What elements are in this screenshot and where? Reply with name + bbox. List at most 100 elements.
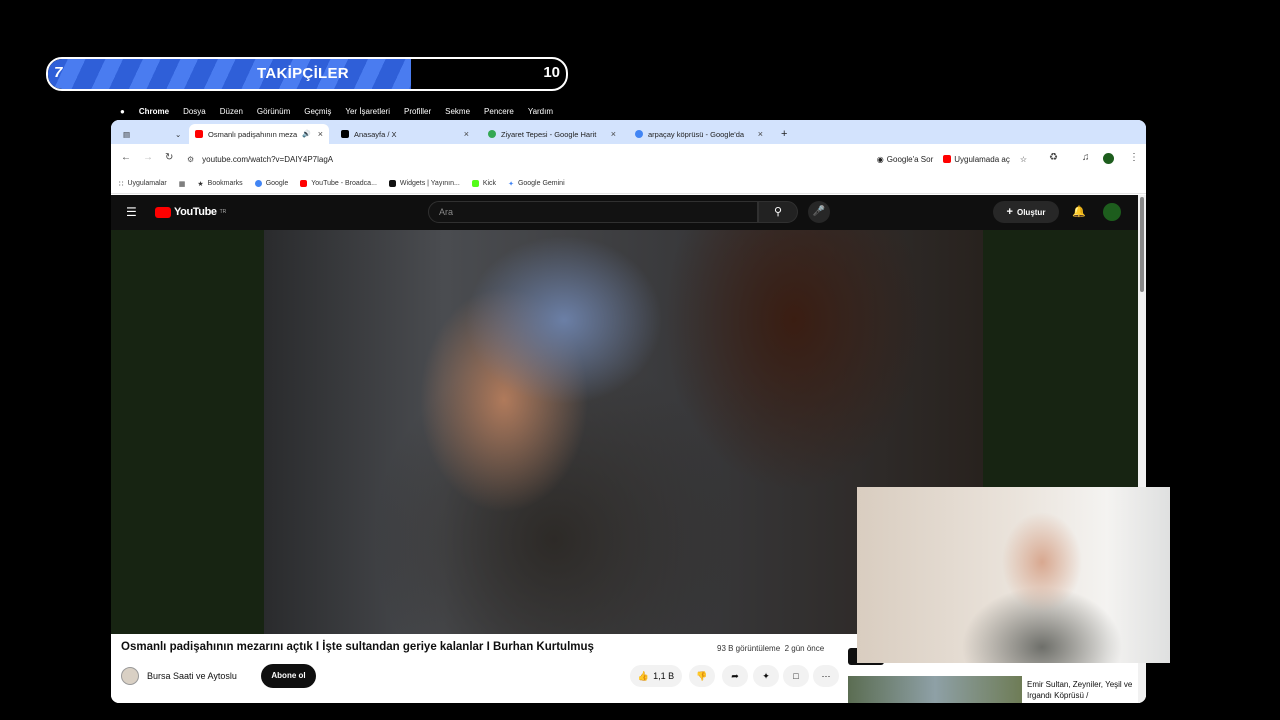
bookmark-apps[interactable]: ∷ Uygulamalar xyxy=(119,180,167,188)
account-avatar[interactable] xyxy=(1103,203,1121,221)
menu-item[interactable]: Dosya xyxy=(183,107,206,116)
close-icon[interactable]: × xyxy=(464,129,469,139)
menu-item[interactable]: Yardım xyxy=(528,107,553,116)
upload-age: 2 gün önce xyxy=(784,644,825,653)
close-icon[interactable]: × xyxy=(758,129,763,139)
recommended-video-title[interactable]: Emir Sultan, Zeyniler, Yeşil ve Irgandı … xyxy=(1027,679,1142,701)
menu-app-name[interactable]: Chrome xyxy=(139,107,169,116)
menu-item[interactable]: Profiller xyxy=(404,107,431,116)
bookmark-grid[interactable]: ▦ xyxy=(179,180,186,188)
menu-item[interactable]: Görünüm xyxy=(257,107,290,116)
lens-icon: ◉ xyxy=(876,154,884,164)
kebab-menu-icon[interactable]: ⋮ xyxy=(1129,152,1139,163)
ask-ai-button[interactable]: ✦ xyxy=(753,665,779,687)
youtube-logo[interactable]: YouTube TR xyxy=(155,206,226,218)
mac-menu-bar: ● Chrome Dosya Düzen Görünüm Geçmiş Yer … xyxy=(120,104,553,118)
open-in-app-button[interactable]: Uygulamada aç xyxy=(943,155,1010,164)
kick-icon xyxy=(471,180,479,187)
maps-icon xyxy=(488,130,496,138)
dislike-button[interactable]: 👎 xyxy=(689,665,715,687)
google-icon xyxy=(635,130,643,138)
bookmark-label: Bookmarks xyxy=(207,180,243,187)
scrollbar-thumb[interactable] xyxy=(1140,197,1144,292)
bookmark-bookmarks[interactable]: ★ Bookmarks xyxy=(197,180,242,188)
menu-item[interactable]: Geçmiş xyxy=(304,107,331,116)
site-info-icon[interactable]: ⚙ xyxy=(187,155,194,164)
create-label: Oluştur xyxy=(1016,207,1046,217)
voice-search-button[interactable]: 🎤 xyxy=(808,201,830,223)
bookmarks-bar: ∷ Uygulamalar ▦ ★ Bookmarks Google YouTube… xyxy=(111,174,1146,194)
tab-maps[interactable]: Ziyaret Tepesi - Google Harit × xyxy=(482,124,622,144)
bookmark-label: Kick xyxy=(482,180,497,187)
menu-item[interactable]: Yer İşaretleri xyxy=(345,107,390,116)
url-text[interactable]: youtube.com/watch?v=DAIY4P7lagA xyxy=(202,155,333,164)
more-actions-button[interactable]: ⋯ xyxy=(813,665,839,687)
profile-avatar[interactable] xyxy=(1103,153,1114,164)
share-icon: ➦ xyxy=(731,670,739,681)
tab-google[interactable]: arpaçay köprüsü - Google'da × xyxy=(629,124,769,144)
tab-youtube[interactable]: Osmanlı padişahının meza 🔊 × xyxy=(189,124,329,144)
youtube-icon xyxy=(943,155,952,163)
address-bar[interactable]: ⚙ youtube.com/watch?v=DAIY4P7lagA ◉ Googl… xyxy=(187,148,1027,170)
menu-item[interactable]: Düzen xyxy=(220,107,243,116)
youtube-wordmark: YouTube xyxy=(174,206,217,218)
ask-google-label: Google'a Sor xyxy=(886,154,934,164)
menu-item[interactable]: Sekme xyxy=(445,107,470,116)
reload-icon[interactable]: ↻ xyxy=(165,152,173,163)
tab-search-button[interactable]: ⌄ xyxy=(169,124,185,144)
subscribe-button[interactable]: Abone ol xyxy=(261,664,316,688)
notifications-button[interactable]: 🔔 xyxy=(1069,202,1089,222)
channel-name[interactable]: Bursa Saati ve Aytoslu xyxy=(147,671,237,681)
youtube-header: ☰ YouTube TR Ara ⚲ 🎤 + Oluştur 🔔 xyxy=(111,195,1138,230)
follower-title: TAKİPÇİLER xyxy=(48,65,566,82)
tab-title: Ziyaret Tepesi - Google Harit xyxy=(501,129,597,139)
search-input[interactable]: Ara xyxy=(428,201,758,223)
hamburger-menu-icon[interactable]: ☰ xyxy=(126,205,137,219)
bookmark-label: YouTube - Broadca... xyxy=(311,180,377,187)
share-button[interactable]: ➦ xyxy=(722,665,748,687)
speaker-icon[interactable]: 🔊 xyxy=(302,130,311,138)
bookmark-kick[interactable]: Kick xyxy=(471,180,497,187)
bookmark-google[interactable]: Google xyxy=(254,180,288,187)
channel-avatar[interactable] xyxy=(121,667,139,685)
chevron-down-icon: ⌄ xyxy=(175,129,182,139)
like-button[interactable]: 👍 1,1 B xyxy=(630,665,682,687)
widgets-icon xyxy=(388,180,396,187)
new-tab-button[interactable]: + xyxy=(775,124,793,144)
open-in-app-label: Uygulamada aç xyxy=(954,154,1010,164)
x-icon xyxy=(341,130,349,138)
forward-icon[interactable]: → xyxy=(143,152,153,163)
follower-goal-count: 10 xyxy=(543,64,560,81)
bookmark-widgets[interactable]: Widgets | Yayının... xyxy=(388,180,460,187)
save-button[interactable]: □ xyxy=(783,665,809,687)
ask-google-button[interactable]: ◉ Google'a Sor xyxy=(877,155,933,164)
tab-x[interactable]: Anasayfa / X × xyxy=(335,124,475,144)
tab-groups-button[interactable]: ▤ xyxy=(117,124,157,144)
apple-icon[interactable]: ● xyxy=(120,107,125,116)
recommended-video-thumbnail[interactable] xyxy=(848,676,1022,703)
menu-item[interactable]: Pencere xyxy=(484,107,514,116)
bell-icon: 🔔 xyxy=(1072,206,1086,218)
star-icon[interactable]: ☆ xyxy=(1020,155,1027,164)
video-stats: 93 B görüntüleme 2 gün önce xyxy=(717,644,824,653)
youtube-icon xyxy=(195,130,203,138)
youtube-icon xyxy=(300,180,308,187)
like-count: 1,1 B xyxy=(653,671,675,681)
close-icon[interactable]: × xyxy=(611,129,616,139)
tab-groups-icon: ▤ xyxy=(123,129,131,139)
bookmark-gemini[interactable]: ✦ Google Gemini xyxy=(508,180,565,188)
extensions-icon[interactable]: ♻ xyxy=(1049,152,1058,163)
thumbs-up-icon: 👍 xyxy=(637,670,650,681)
tab-title: Anasayfa / X xyxy=(354,129,397,139)
follower-goal-bar: 7 TAKİPÇİLER 10 xyxy=(46,57,568,91)
thumbs-down-icon: 👎 xyxy=(696,670,708,681)
media-controls-icon[interactable]: ♫ xyxy=(1082,152,1090,163)
region-code: TR xyxy=(219,209,227,215)
tab-title: arpaçay köprüsü - Google'da xyxy=(648,129,745,139)
back-icon[interactable]: ← xyxy=(121,152,131,163)
close-icon[interactable]: × xyxy=(318,129,323,139)
create-button[interactable]: + Oluştur xyxy=(993,201,1059,223)
view-count: 93 B görüntüleme xyxy=(717,644,781,653)
bookmark-youtube[interactable]: YouTube - Broadca... xyxy=(300,180,377,187)
search-button[interactable]: ⚲ xyxy=(758,201,798,223)
